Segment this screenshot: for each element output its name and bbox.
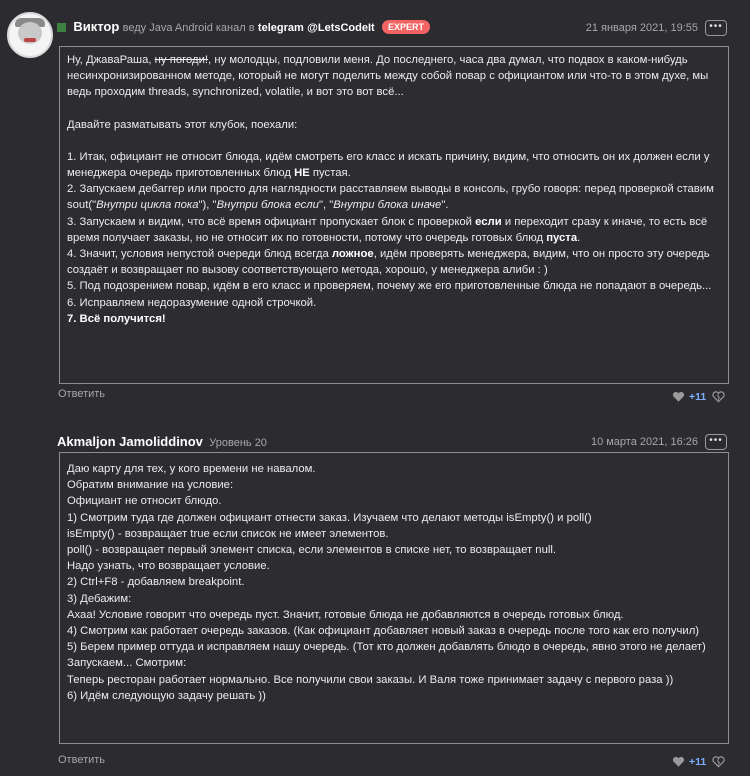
username[interactable]: Akmaljon Jamoliddinov <box>57 434 203 449</box>
line: Даю карту для тех, у кого времени не нав… <box>67 463 316 475</box>
comment-date: 21 января 2021, 19:55 <box>585 22 698 34</box>
line: Ахаа! Условие говорит что очередь пуст. … <box>67 608 624 621</box>
step: 2. Запускаем дебаггер или просто для наг… <box>67 183 714 212</box>
likes-count: +11 <box>689 391 707 403</box>
user-subtitle: веду Java Android канал в <box>122 22 255 34</box>
reply-button[interactable]: Ответить <box>58 388 105 400</box>
user-level: Уровень 20 <box>209 437 267 449</box>
step: 3. Запускаем и видим, что всё время офиц… <box>67 215 708 244</box>
comment-body: Даю карту для тех, у кого времени не нав… <box>59 452 729 744</box>
heart-icon[interactable] <box>672 756 685 768</box>
line: Надо узнать, что возвращает условие. <box>67 560 270 573</box>
line: 2) Ctrl+F8 - добавляем breakpoint. <box>67 576 245 589</box>
paragraph: Ну, ДжаваРаша, ну погоди!, ну молодцы, п… <box>67 54 709 99</box>
line: 3) Дебажим: <box>67 592 132 605</box>
line: 6) Идём следующую задачу решать )) <box>67 689 266 702</box>
more-icon[interactable]: ••• <box>705 434 727 450</box>
line: Теперь ресторан работает нормально. Все … <box>67 673 674 686</box>
username[interactable]: Виктор <box>73 19 119 34</box>
step: 7. Всё получится! <box>67 312 166 325</box>
heart-icon[interactable] <box>672 391 685 403</box>
comment-header: Виктор веду Java Android канал в telegra… <box>57 19 431 34</box>
status-badge: EXPERT <box>382 20 431 34</box>
step: 4. Значит, условия непустой очереди блюд… <box>67 248 710 277</box>
step: 1. Итак, официант не относит блюда, идём… <box>67 150 710 180</box>
telegram-label: telegram <box>257 22 304 34</box>
more-icon[interactable]: ••• <box>705 20 727 36</box>
online-status-icon <box>57 23 66 32</box>
line: Официант не относит блюдо. <box>67 495 222 508</box>
broken-heart-icon[interactable] <box>712 756 725 768</box>
comment-body: Ну, ДжаваРаша, ну погоди!, ну молодцы, п… <box>59 46 729 384</box>
likes-count: +11 <box>689 756 707 768</box>
line: 4) Смотрим как работает очередь заказов.… <box>67 625 700 638</box>
avatar[interactable] <box>7 12 53 58</box>
line: poll() - возвращает первый элемент списк… <box>67 544 557 557</box>
line: 1) Смотрим туда где должен официант отне… <box>67 511 592 524</box>
paragraph: Давайте разматывать этот клубок, поехали… <box>67 118 298 131</box>
reply-button[interactable]: Ответить <box>58 754 105 766</box>
line: 5) Берем пример оттуда и исправляем нашу… <box>67 641 706 670</box>
line: isEmpty() - возвращает true если список … <box>67 527 389 540</box>
comment-header: Akmaljon Jamoliddinov Уровень 20 <box>57 434 267 449</box>
comment-date: 10 марта 2021, 16:26 <box>590 436 698 448</box>
telegram-link[interactable]: @LetsCodeIt <box>307 22 375 34</box>
step: 6. Исправляем недоразумение одной строчк… <box>67 296 317 309</box>
broken-heart-icon[interactable] <box>712 391 725 403</box>
step: 5. Под подозрением повар, идём в его кла… <box>67 280 712 293</box>
line: Обратим внимание на условие: <box>67 479 234 492</box>
